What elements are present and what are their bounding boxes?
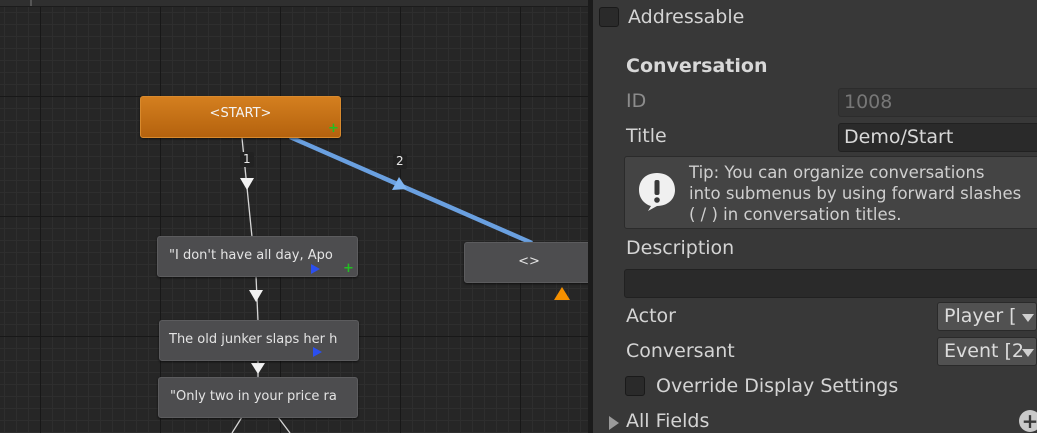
link-node3-down-left — [231, 416, 243, 433]
conversant-label: Conversant — [626, 340, 735, 362]
override-display-settings-label: Override Display Settings — [656, 375, 899, 397]
link-arrow-3 — [249, 290, 263, 302]
link-arrow-1 — [240, 178, 254, 190]
title-label: Title — [626, 125, 667, 147]
link-start-to-node4 — [289, 134, 533, 246]
chevron-down-icon — [1022, 314, 1034, 322]
id-field: 1008 — [838, 88, 1037, 117]
start-node-label: <START> — [209, 106, 272, 121]
tip-line-2: into submenus by using forward slashes — [689, 184, 1022, 203]
foldout-arrow-icon[interactable] — [609, 416, 619, 430]
description-label: Description — [626, 237, 735, 259]
actor-dropdown[interactable]: Player [ — [937, 302, 1037, 331]
link-arrow-4 — [251, 363, 265, 374]
add-field-plus-icon[interactable]: + — [1019, 410, 1037, 432]
dialogue-node-3[interactable]: "Only two in your price ra — [158, 377, 358, 418]
actor-dropdown-value: Player [ — [944, 305, 1017, 327]
all-fields-foldout-label[interactable]: All Fields — [626, 410, 709, 432]
actor-label: Actor — [626, 305, 676, 327]
addressable-label: Addressable — [628, 6, 745, 28]
dialogue-node-4[interactable]: <> — [464, 242, 588, 283]
conversant-dropdown-value: Event [2 — [944, 340, 1024, 362]
tip-text: Tip: You can organize conversations into… — [689, 162, 1021, 225]
override-display-settings-checkbox[interactable] — [625, 376, 645, 396]
entry-arrow-icon — [313, 347, 322, 357]
graph-links — [231, 134, 533, 433]
start-node[interactable]: <START> + — [140, 96, 341, 138]
title-input[interactable]: Demo/Start — [838, 123, 1037, 152]
dialogue-node-1-label: "I don't have all day, Apo — [169, 248, 333, 263]
add-child-icon[interactable]: + — [328, 122, 339, 135]
dialogue-node-4-label: <> — [518, 254, 540, 269]
conversation-section-title: Conversation — [626, 55, 768, 77]
description-input[interactable] — [624, 269, 1037, 298]
conversation-graph-canvas[interactable]: 1 2 <START> + "I don't have all day, Apo… — [0, 0, 588, 433]
inspector-panel: Addressable Conversation ID 1008 Title D… — [593, 0, 1037, 433]
id-label: ID — [626, 90, 647, 112]
conversant-dropdown[interactable]: Event [2 — [937, 337, 1037, 366]
dialogue-node-1[interactable]: "I don't have all day, Apo + — [157, 236, 358, 277]
addressable-checkbox[interactable] — [599, 7, 619, 27]
chevron-down-icon — [1022, 349, 1034, 357]
warning-triangle-icon — [554, 287, 570, 300]
dialogue-node-3-label: "Only two in your price ra — [170, 389, 337, 404]
link-label-2: 2 — [393, 154, 407, 169]
entry-arrow-icon — [311, 264, 320, 274]
info-exclamation-icon — [639, 173, 675, 211]
tip-line-1: Tip: You can organize conversations — [689, 163, 985, 182]
dialogue-node-2[interactable]: The old junker slaps her h — [159, 320, 359, 361]
tip-help-box: Tip: You can organize conversations into… — [624, 156, 1037, 229]
tip-line-3: ( / ) in conversation titles. — [689, 205, 902, 224]
link-node3-down-right — [277, 416, 291, 433]
add-child-icon[interactable]: + — [343, 262, 354, 275]
link-label-1: 1 — [240, 152, 254, 167]
